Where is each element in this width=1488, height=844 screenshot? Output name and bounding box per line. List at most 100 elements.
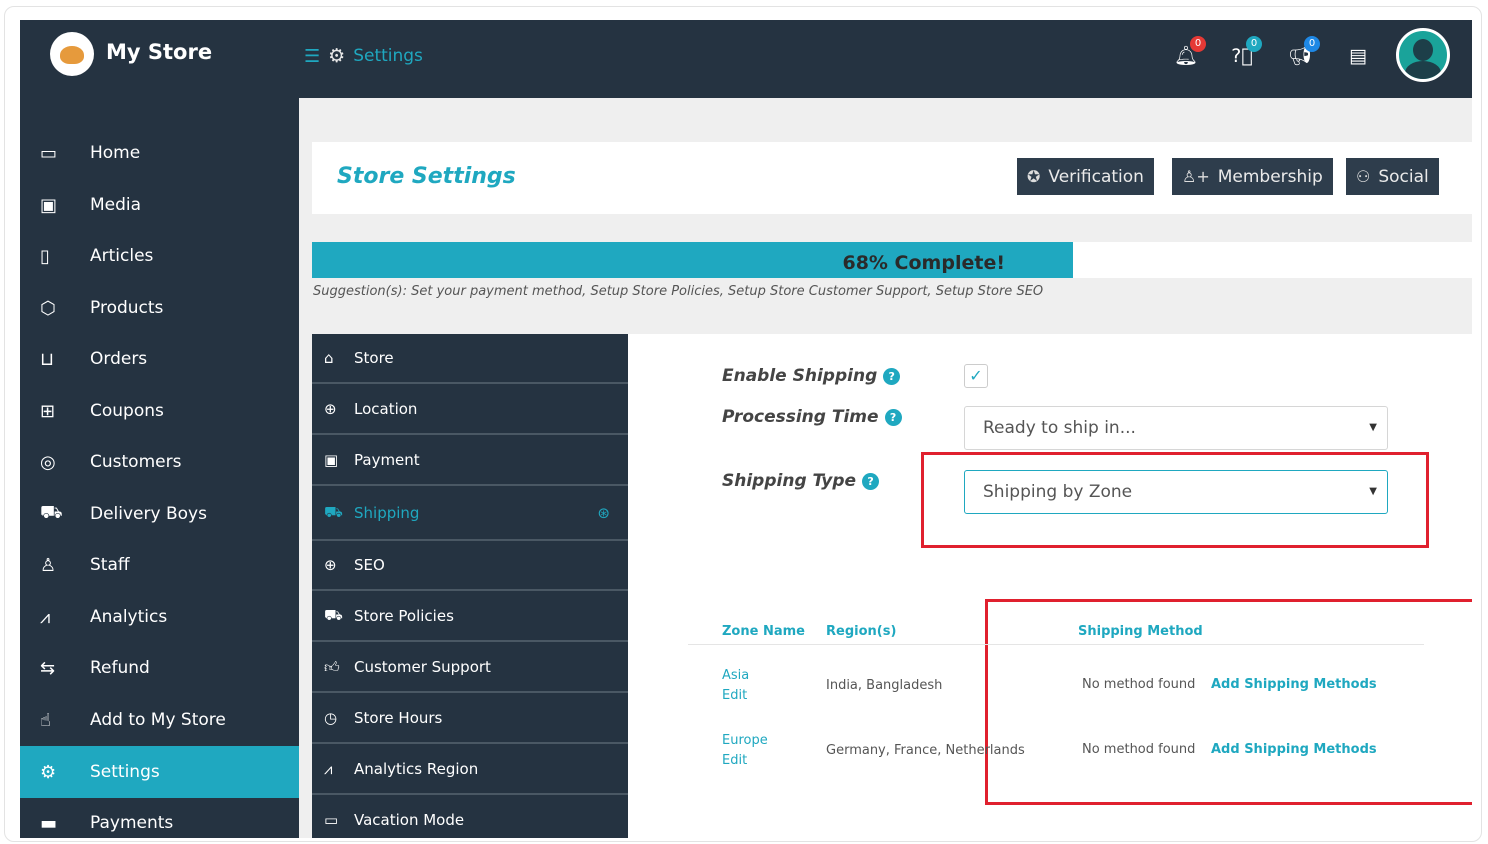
sidebar-item-label: Payments <box>90 813 174 833</box>
field-label: Processing Time <box>722 407 879 427</box>
sidebar-item-customers[interactable]: ◎ Customers <box>20 436 299 488</box>
gears-icon: ⚙ <box>40 761 57 783</box>
sidebar-item-delivery-boys[interactable]: ⛟ Delivery Boys <box>20 488 299 540</box>
tab-analytics-region[interactable]: ⩘ Analytics Region <box>312 745 628 795</box>
tab-customer-support[interactable]: 👍︎ Customer Support <box>312 643 628 693</box>
image-icon: ▣ <box>40 194 58 216</box>
column-header-regions: Region(s) <box>826 624 897 639</box>
thumbs-up-icon: 👍︎ <box>324 657 340 676</box>
processing-time-select[interactable]: Ready to ship in... ▼ <box>964 406 1388 450</box>
button-label: Membership <box>1217 166 1323 187</box>
monitor-icon: ▭ <box>40 142 58 164</box>
sidebar-item-products[interactable]: ⬡ Products <box>20 282 299 334</box>
tab-label: Payment <box>354 451 420 469</box>
tab-location[interactable]: ⊕ Location <box>312 385 628 435</box>
shipping-type-label: Shipping Type? <box>722 471 880 491</box>
tab-label: Shipping <box>354 504 420 522</box>
chart-icon: ⩘ <box>40 606 51 628</box>
progress-label: 68% Complete! <box>842 252 1005 274</box>
sidebar-item-orders[interactable]: ⊔ Orders <box>20 333 299 385</box>
zone-method-status: No method found <box>1082 677 1196 692</box>
help-count-badge: 0 <box>1246 36 1262 52</box>
sidebar-item-media[interactable]: ▣ Media <box>20 179 299 231</box>
bell-icon[interactable]: 🔔︎ 0 <box>1172 36 1206 70</box>
help-icon[interactable]: ? <box>883 367 901 385</box>
award-icon: ✪ <box>1027 167 1041 186</box>
book-icon[interactable]: ▤ <box>1344 42 1372 70</box>
sidebar-item-label: Settings <box>90 762 160 782</box>
sidebar-item-label: Analytics <box>90 607 168 627</box>
tab-payment[interactable]: ▣ Payment <box>312 436 628 486</box>
add-shipping-methods-link[interactable]: Add Shipping Methods <box>1211 742 1377 757</box>
user-circle-icon: ◎ <box>40 451 56 473</box>
hand-pointer-icon: ☝ <box>40 709 51 731</box>
sidebar-item-label: Delivery Boys <box>90 504 207 524</box>
file-icon: ▯ <box>40 245 50 267</box>
truck-icon: ⛟ <box>324 503 343 521</box>
question-icon[interactable]: ?⃝ 0 <box>1228 36 1262 70</box>
sidebar-item-coupons[interactable]: ⊞ Coupons <box>20 385 299 437</box>
menu-toggle-icon[interactable]: ☰ <box>304 46 320 67</box>
sidebar-item-payments[interactable]: ▬ Payments <box>20 797 299 838</box>
help-icon[interactable]: ? <box>884 408 902 426</box>
shopping-bag-icon: ⌂ <box>324 349 334 367</box>
zone-name-link[interactable]: Asia <box>722 668 749 683</box>
tab-store[interactable]: ⌂ Store <box>312 334 628 384</box>
zone-regions: India, Bangladesh <box>826 678 943 693</box>
zone-method-status: No method found <box>1082 742 1196 757</box>
sidebar-item-label: Staff <box>90 555 130 575</box>
cube-icon: ⬡ <box>40 297 56 319</box>
progress-suggestion: Suggestion(s): Set your payment method, … <box>313 284 1044 299</box>
add-shipping-methods-link[interactable]: Add Shipping Methods <box>1211 677 1377 692</box>
store-logo[interactable] <box>50 32 94 76</box>
sidebar-item-add-to-my-store[interactable]: ☝ Add to My Store <box>20 694 299 746</box>
truck-icon: ⛟ <box>324 606 343 624</box>
app-title[interactable]: My Store <box>106 40 212 64</box>
gears-icon: ⚙ <box>328 45 346 67</box>
zone-regions: Germany, France, Netherlands <box>826 743 1025 758</box>
select-value: Ready to ship in... <box>983 418 1136 438</box>
sidebar-item-articles[interactable]: ▯ Articles <box>20 230 299 282</box>
tab-label: Analytics Region <box>354 760 479 778</box>
verification-button[interactable]: ✪ Verification <box>1017 158 1154 195</box>
money-icon: ▣ <box>324 451 339 469</box>
tab-label: Store Hours <box>354 709 443 727</box>
user-avatar[interactable] <box>1396 28 1450 82</box>
social-button[interactable]: ⚇ Social <box>1346 158 1439 195</box>
sidebar-item-refund[interactable]: ⇆ Refund <box>20 642 299 694</box>
tab-store-policies[interactable]: ⛟ Store Policies <box>312 592 628 642</box>
help-icon[interactable]: ? <box>862 472 880 490</box>
clock-icon: ◷ <box>324 709 338 727</box>
megaphone-icon[interactable]: 📢︎ 0 <box>1286 36 1320 70</box>
sidebar-item-analytics[interactable]: ⩘ Analytics <box>20 591 299 643</box>
tab-store-hours[interactable]: ◷ Store Hours <box>312 694 628 744</box>
enable-shipping-label: Enable Shipping? <box>722 366 901 386</box>
main-content: Store Settings ✪ Verification ♙+ Membershi… <box>299 98 1472 838</box>
tab-label: Customer Support <box>354 658 491 676</box>
zone-edit-link[interactable]: Edit <box>722 753 747 768</box>
button-label: Verification <box>1048 166 1144 187</box>
user-plus-icon: ♙+ <box>1182 167 1210 186</box>
sidebar-item-label: Add to My Store <box>90 710 226 730</box>
tab-label: Store Policies <box>354 607 454 625</box>
sidebar-item-home[interactable]: ▭ Home <box>20 127 299 179</box>
field-label: Enable Shipping <box>722 366 878 386</box>
tab-shipping[interactable]: ⛟ Shipping ⊛ <box>312 487 628 541</box>
sidebar-item-staff[interactable]: ♙ Staff <box>20 539 299 591</box>
shipping-panel: Enable Shipping? ✓ Processing Time? Read… <box>628 334 1472 838</box>
tab-seo[interactable]: ⊕ SEO <box>312 541 628 591</box>
zone-name-link[interactable]: Europe <box>722 733 768 748</box>
sidebar-item-settings[interactable]: ⚙ Settings <box>20 746 299 798</box>
processing-time-label: Processing Time? <box>722 407 902 427</box>
retweet-icon: ⇆ <box>40 657 56 679</box>
tab-label: Vacation Mode <box>354 811 465 829</box>
enable-shipping-checkbox[interactable]: ✓ <box>964 364 988 388</box>
chart-icon: ⩘ <box>324 760 333 778</box>
membership-button[interactable]: ♙+ Membership <box>1172 158 1333 195</box>
credit-card-icon: ▬ <box>40 812 58 834</box>
breadcrumb-label: Settings <box>353 46 423 66</box>
zone-edit-link[interactable]: Edit <box>722 688 747 703</box>
sidebar-item-label: Coupons <box>90 401 164 421</box>
tab-vacation-mode[interactable]: ▭ Vacation Mode <box>312 796 628 838</box>
field-label: Shipping Type <box>722 471 857 491</box>
